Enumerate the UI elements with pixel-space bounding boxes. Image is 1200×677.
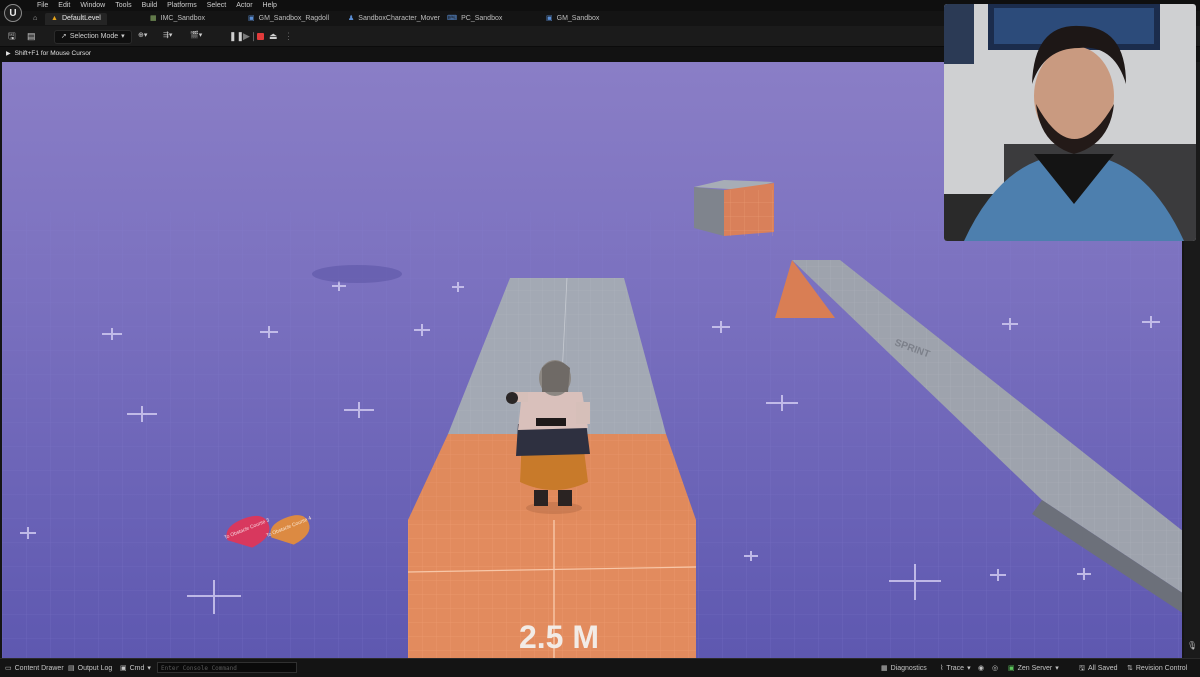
content-browser-icon[interactable]: ▤ (27, 30, 36, 42)
menu-build[interactable]: Build (137, 1, 163, 10)
zen-server-dropdown[interactable]: ▣ Zen Server ▾ (1008, 663, 1059, 674)
diagnostics-label: Diagnostics (890, 665, 927, 672)
output-log-button[interactable]: ▤ Output Log (68, 663, 112, 674)
tab-label: PC_Sandbox (461, 15, 503, 22)
menu-file[interactable]: File (32, 1, 53, 10)
level-icon: ▲ (51, 15, 58, 22)
menu-actor[interactable]: Actor (231, 1, 257, 10)
revision-control-label: Revision Control (1135, 665, 1188, 672)
mouse-cursor-hint: ▶ Shift+F1 for Mouse Cursor (6, 50, 91, 57)
diagnostics-button[interactable]: ▦ Diagnostics (881, 663, 927, 674)
floating-cube-left (694, 187, 724, 236)
menu-select[interactable]: Select (202, 1, 231, 10)
controller-icon: ⌨ (447, 15, 458, 22)
stop-icon[interactable] (257, 30, 264, 42)
tab-gm-sandbox-ragdoll[interactable]: ▣ GM_Sandbox_Ragdoll (248, 13, 329, 25)
save-icon[interactable]: 🖫 (8, 30, 16, 42)
tab-label: IMC_Sandbox (160, 15, 205, 22)
cmd-label: Cmd (129, 665, 145, 672)
chevron-down-icon: ▾ (147, 665, 151, 672)
tab-pc-sandbox[interactable]: ⌨ PC_Sandbox (447, 13, 502, 25)
pause-icon[interactable]: ❚❚ (229, 30, 244, 42)
all-saved-label: All Saved (1087, 665, 1118, 672)
selection-mode-label: Selection Mode (69, 33, 119, 40)
tab-defaultlevel[interactable]: ▲ DefaultLevel (45, 13, 107, 25)
log-icon: ▤ (68, 665, 75, 672)
input-mapping-icon: ▦ (150, 15, 157, 22)
tab-label: GM_Sandbox_Ragdoll (258, 15, 330, 22)
floating-cube-shadow (312, 265, 402, 283)
tab-imc-sandbox[interactable]: ▦ IMC_Sandbox (150, 13, 205, 25)
terminal-icon: ▣ (120, 665, 127, 672)
chevron-down-icon: ▾ (121, 33, 125, 40)
content-drawer-button[interactable]: ▭ Content Drawer (5, 663, 64, 674)
height-label: 2.5 M (519, 619, 599, 655)
more-options-icon[interactable]: ⋮ (284, 30, 293, 42)
capture-icon[interactable]: ◎ (992, 663, 998, 674)
microphone-icon[interactable]: 🎙 (1187, 641, 1197, 650)
menu-edit[interactable]: Edit (53, 1, 75, 10)
blueprint-menu-icon[interactable]: ⇶▾ (163, 30, 172, 42)
cinematics-icon[interactable]: 🎬▾ (190, 30, 202, 42)
webcam-image (944, 4, 1196, 241)
save-status-icon: 🖫 (1079, 665, 1085, 672)
main-menu: File Edit Window Tools Build Platforms S… (32, 1, 282, 10)
blueprint-icon: ▣ (546, 15, 553, 22)
tab-label: GM_Sandbox (556, 15, 600, 22)
blueprint-icon: ▣ (248, 15, 255, 22)
webcam-overlay (944, 4, 1196, 241)
content-drawer-label: Content Drawer (14, 665, 64, 672)
trace-label: Trace (946, 665, 965, 672)
all-saved-button[interactable]: 🖫 All Saved (1079, 663, 1118, 674)
menu-window[interactable]: Window (75, 1, 110, 10)
tab-gm-sandbox[interactable]: ▣ GM_Sandbox (546, 13, 599, 25)
revision-control-button[interactable]: ⇅ Revision Control (1127, 663, 1187, 674)
trace-icon: ⌇ (940, 665, 944, 672)
record-icon[interactable]: ◉ (978, 663, 984, 674)
menu-tools[interactable]: Tools (110, 1, 136, 10)
tab-label: SandboxCharacter_Mover (358, 15, 440, 22)
server-status-icon: ▣ (1008, 665, 1015, 672)
menu-platforms[interactable]: Platforms (162, 1, 202, 10)
output-log-label: Output Log (77, 665, 113, 672)
selection-mode-dropdown[interactable]: ➚ Selection Mode ▾ (54, 30, 132, 44)
tab-label: DefaultLevel (61, 15, 101, 22)
character-icon: ♟ (348, 15, 355, 22)
hint-text: Shift+F1 for Mouse Cursor (14, 50, 92, 57)
cursor-icon: ➚ (61, 33, 67, 40)
console-command-input[interactable]: Enter Console Command (157, 662, 297, 673)
drawer-icon: ▭ (5, 665, 12, 672)
play-indicator-icon: ▶ (6, 51, 11, 57)
revision-control-icon: ⇅ (1127, 665, 1133, 672)
tab-sandboxcharacter-mover[interactable]: ♟ SandboxCharacter_Mover (348, 13, 440, 25)
chevron-down-icon: ▾ (967, 665, 971, 672)
console-placeholder: Enter Console Command (161, 665, 237, 672)
eject-icon[interactable]: ⏏ (269, 30, 278, 42)
home-icon[interactable]: ⌂ (33, 13, 37, 25)
trace-dropdown[interactable]: ⌇ Trace ▾ (940, 663, 971, 674)
cmd-dropdown[interactable]: ▣ Cmd ▾ (120, 663, 151, 674)
diagnostics-icon: ▦ (881, 665, 888, 672)
add-actor-icon[interactable]: ⊕▾ (138, 30, 147, 42)
menu-help[interactable]: Help (258, 1, 282, 10)
chevron-down-icon: ▾ (1055, 665, 1059, 672)
unreal-logo-icon[interactable]: U (4, 4, 22, 22)
status-bar: ▭ Content Drawer ▤ Output Log ▣ Cmd ▾ En… (0, 658, 1200, 677)
step-frame-icon[interactable]: ▶❘ (243, 30, 257, 42)
zen-server-label: Zen Server (1017, 665, 1053, 672)
